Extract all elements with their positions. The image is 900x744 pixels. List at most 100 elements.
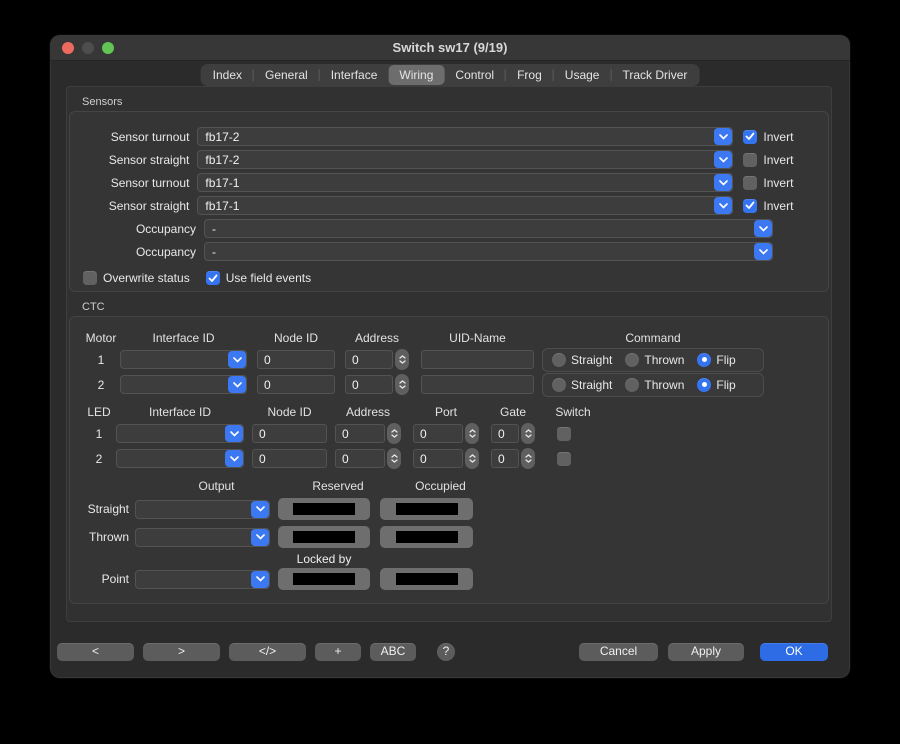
straight-output-combo[interactable] xyxy=(135,500,270,519)
ok-button[interactable]: OK xyxy=(760,643,828,661)
thrown-radio-label: Thrown xyxy=(644,378,684,392)
flip-radio[interactable] xyxy=(697,378,711,392)
chevron-down-icon[interactable] xyxy=(754,243,772,260)
motor-address-field[interactable]: 0 xyxy=(345,375,393,394)
straight-reserved-colorwell[interactable] xyxy=(278,498,370,520)
chevron-down-icon[interactable] xyxy=(225,425,243,442)
straight-label: Straight xyxy=(74,502,129,516)
led-gate-field[interactable]: 0 xyxy=(491,424,519,443)
abc-button[interactable]: ABC xyxy=(370,643,416,661)
tab-general[interactable]: General xyxy=(254,65,319,85)
chevron-down-icon[interactable] xyxy=(225,450,243,467)
motor-header-row: Motor Interface ID Node ID Address UID-N… xyxy=(70,329,828,347)
tab-control[interactable]: Control xyxy=(444,65,505,85)
tab-usage[interactable]: Usage xyxy=(554,65,611,85)
led-header: LED xyxy=(82,405,116,419)
stepper-control[interactable] xyxy=(521,448,535,469)
stepper-control[interactable] xyxy=(465,448,479,469)
chevron-down-icon[interactable] xyxy=(251,571,269,588)
output-row-straight: Straight xyxy=(70,495,828,523)
chevron-down-icon[interactable] xyxy=(251,501,269,518)
use-field-events-checkbox[interactable] xyxy=(206,271,220,285)
motor-interface-combo[interactable] xyxy=(120,375,247,394)
chevron-down-icon[interactable] xyxy=(714,197,732,214)
straight-radio[interactable] xyxy=(552,378,566,392)
led-switch-checkbox[interactable] xyxy=(557,452,571,466)
point-output-combo[interactable] xyxy=(135,570,270,589)
minimize-button[interactable] xyxy=(82,42,94,54)
tab-interface[interactable]: Interface xyxy=(320,65,389,85)
led-switch-checkbox[interactable] xyxy=(557,427,571,441)
tab-track-driver[interactable]: Track Driver xyxy=(611,65,698,85)
chevron-down-icon[interactable] xyxy=(714,128,732,145)
prev-button[interactable]: < xyxy=(57,643,134,661)
next-button[interactable]: > xyxy=(143,643,220,661)
flip-radio[interactable] xyxy=(697,353,711,367)
overwrite-status-checkbox[interactable] xyxy=(83,271,97,285)
chevron-down-icon[interactable] xyxy=(714,174,732,191)
overwrite-status-label: Overwrite status xyxy=(103,271,190,285)
invert-checkbox[interactable] xyxy=(743,176,757,190)
motor-address-field[interactable]: 0 xyxy=(345,350,393,369)
chevron-down-icon[interactable] xyxy=(714,151,732,168)
sensor-straight-combo[interactable]: fb17-2 xyxy=(197,150,733,169)
motor-uid-name-field[interactable] xyxy=(421,350,534,369)
add-button[interactable]: + xyxy=(315,643,361,661)
thrown-output-combo[interactable] xyxy=(135,528,270,547)
stepper-control[interactable] xyxy=(387,448,401,469)
invert-checkbox[interactable] xyxy=(743,153,757,167)
cancel-button[interactable]: Cancel xyxy=(579,643,658,661)
thrown-radio[interactable] xyxy=(625,378,639,392)
xml-button[interactable]: </> xyxy=(229,643,306,661)
invert-wrap: Invert xyxy=(743,176,814,190)
motor-node-id-field[interactable]: 0 xyxy=(257,350,335,369)
motor-node-id-field[interactable]: 0 xyxy=(257,375,335,394)
apply-button[interactable]: Apply xyxy=(668,643,744,661)
occupancy-combo[interactable]: - xyxy=(204,219,773,238)
thrown-reserved-colorwell[interactable] xyxy=(278,526,370,548)
dialog-window: Switch sw17 (9/19) Index General Interfa… xyxy=(50,35,850,678)
led-port-field[interactable]: 0 xyxy=(413,424,463,443)
combo-value: - xyxy=(212,222,216,236)
led-port-field[interactable]: 0 xyxy=(413,449,463,468)
tab-wiring[interactable]: Wiring xyxy=(388,65,444,85)
led-gate-field[interactable]: 0 xyxy=(491,449,519,468)
close-button[interactable] xyxy=(62,42,74,54)
stepper-control[interactable] xyxy=(395,349,409,370)
point-lockedby-colorwell[interactable] xyxy=(278,568,370,590)
sensor-straight-combo[interactable]: fb17-1 xyxy=(197,196,733,215)
chevron-down-icon[interactable] xyxy=(754,220,772,237)
help-button[interactable]: ? xyxy=(437,643,455,661)
occupancy-combo[interactable]: - xyxy=(204,242,773,261)
invert-checkbox[interactable] xyxy=(743,130,757,144)
motor-interface-combo[interactable] xyxy=(120,350,247,369)
stepper-control[interactable] xyxy=(465,423,479,444)
motor-uid-name-field[interactable] xyxy=(421,375,534,394)
straight-occupied-colorwell[interactable] xyxy=(380,498,473,520)
chevron-down-icon[interactable] xyxy=(228,376,246,393)
stepper-control[interactable] xyxy=(387,423,401,444)
thrown-occupied-colorwell[interactable] xyxy=(380,526,473,548)
chevron-down-icon[interactable] xyxy=(228,351,246,368)
led-address-field[interactable]: 0 xyxy=(335,424,385,443)
straight-radio[interactable] xyxy=(552,353,566,367)
sensor-turnout-combo[interactable]: fb17-2 xyxy=(197,127,733,146)
tab-index[interactable]: Index xyxy=(202,65,253,85)
sensor-turnout-combo[interactable]: fb17-1 xyxy=(197,173,733,192)
title-bar[interactable]: Switch sw17 (9/19) xyxy=(50,35,850,61)
point-occupied-colorwell[interactable] xyxy=(380,568,473,590)
stepper-control[interactable] xyxy=(521,423,535,444)
stepper-control[interactable] xyxy=(395,374,409,395)
thrown-radio-label: Thrown xyxy=(644,353,684,367)
zoom-button[interactable] xyxy=(102,42,114,54)
led-interface-combo[interactable] xyxy=(116,424,244,443)
chevron-down-icon[interactable] xyxy=(251,529,269,546)
thrown-radio[interactable] xyxy=(625,353,639,367)
invert-checkbox[interactable] xyxy=(743,199,757,213)
led-interface-combo[interactable] xyxy=(116,449,244,468)
led-node-id-field[interactable]: 0 xyxy=(252,424,327,443)
tab-frog[interactable]: Frog xyxy=(506,65,553,85)
led-address-field[interactable]: 0 xyxy=(335,449,385,468)
led-node-id-field[interactable]: 0 xyxy=(252,449,327,468)
invert-label: Invert xyxy=(763,153,793,167)
